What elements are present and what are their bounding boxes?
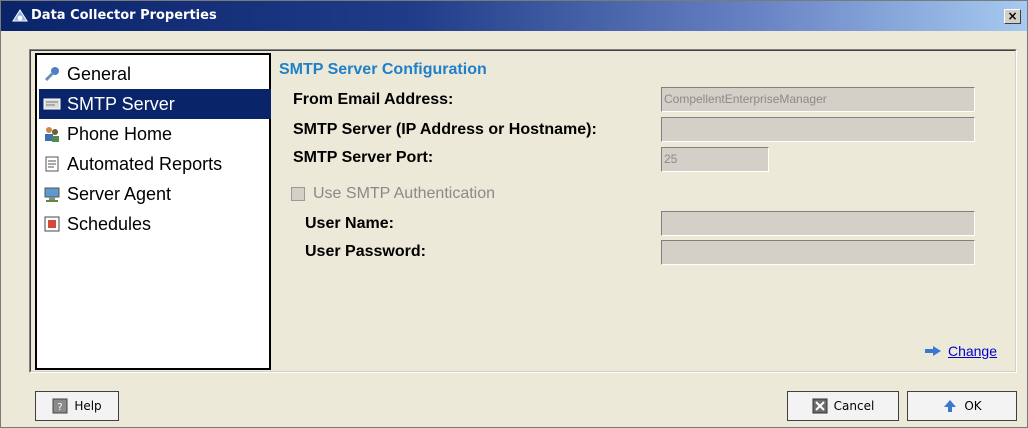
help-icon: ? [52,398,68,414]
arrow-right-icon [924,346,941,356]
change-link[interactable]: Change [924,343,997,359]
calendar-icon [44,216,60,232]
help-button[interactable]: ? Help [35,391,119,421]
smtp-server-label: SMTP Server (IP Address or Hostname): [293,121,597,138]
ok-label: OK [964,399,982,413]
dialog-window: Data Collector Properties × General SMTP… [0,0,1028,428]
username-field[interactable] [661,211,975,236]
wrench-icon [44,67,59,82]
password-label: User Password: [305,243,426,260]
sidebar-item-label: Phone Home [67,123,173,144]
sidebar-item-label: Server Agent [67,183,172,204]
svg-text:?: ? [58,402,63,413]
smtp-auth-row[interactable]: Use SMTP Authentication [291,185,495,203]
from-email-label: From Email Address: [293,91,454,108]
smtp-port-label: SMTP Server Port: [293,149,434,166]
from-email-field[interactable]: CompellentEnterpriseManager [661,87,975,112]
server-agent-icon [44,187,60,202]
password-field[interactable] [661,240,975,265]
mail-server-icon [43,98,61,110]
smtp-auth-checkbox[interactable] [291,187,305,201]
smtp-server-field[interactable] [661,117,975,142]
change-link-label: Change [947,343,997,359]
report-icon [45,156,59,172]
help-label: Help [74,399,102,413]
people-icon [45,127,59,142]
sidebar-list: General SMTP Server Phone Home Automated… [35,53,271,370]
sidebar-item-label: SMTP Server [67,93,175,114]
ok-button[interactable]: OK [907,391,1017,421]
username-label: User Name: [305,215,394,232]
sidebar-item-server-agent[interactable]: Server Agent [39,179,271,209]
sidebar-item-schedules[interactable]: Schedules [39,209,271,239]
sidebar-item-label: General [67,63,132,84]
cancel-label: Cancel [833,399,875,413]
app-icon [12,9,28,22]
sidebar-item-phone-home[interactable]: Phone Home [39,119,271,149]
sidebar-item-label: Schedules [67,213,152,234]
sidebar-item-general[interactable]: General [39,59,271,89]
sidebar-item-automated-reports[interactable]: Automated Reports [39,149,271,179]
sidebar-item-label: Automated Reports [67,153,223,174]
cancel-button[interactable]: Cancel [787,391,899,421]
smtp-config-panel: SMTP Server Configuration From Email Add… [273,53,1013,371]
cancel-icon [812,398,828,414]
title-bar[interactable]: Data Collector Properties × [1,1,1027,31]
arrow-up-icon [944,400,957,412]
close-button[interactable]: × [1004,9,1021,24]
sidebar-item-smtp-server[interactable]: SMTP Server [39,89,271,119]
smtp-auth-label: Use SMTP Authentication [313,185,496,202]
window-title: Data Collector Properties [31,8,217,23]
smtp-port-field[interactable]: 25 [661,147,769,172]
section-title: SMTP Server Configuration [279,61,487,78]
